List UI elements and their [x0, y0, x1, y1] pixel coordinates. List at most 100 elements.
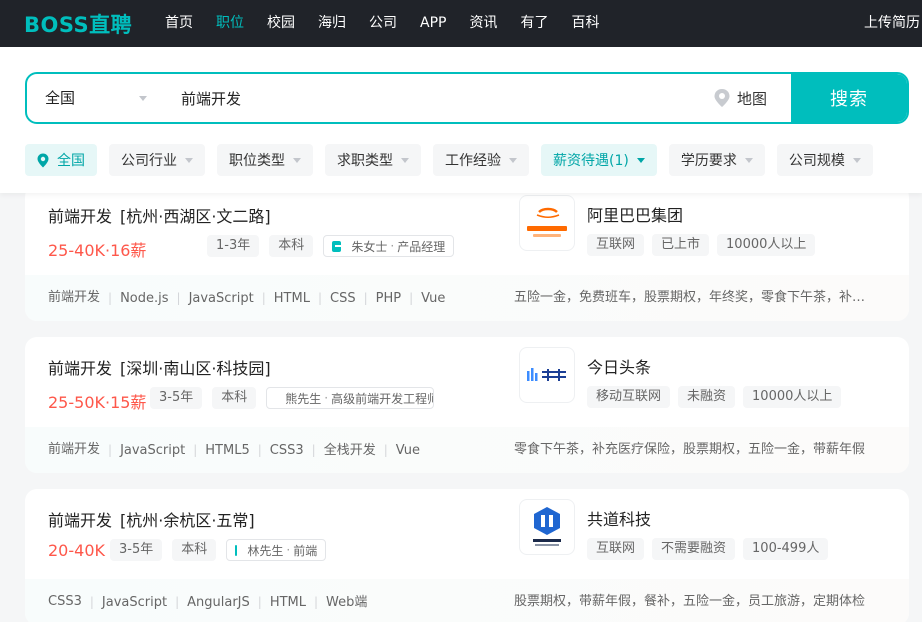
company-tags: 移动互联网 未融资 10000人以上	[587, 386, 849, 408]
map-button[interactable]: 地图	[713, 74, 767, 122]
nav-wiki[interactable]: 百科	[571, 0, 599, 47]
nav-youle[interactable]: 有了	[520, 0, 548, 47]
map-label: 地图	[737, 89, 768, 108]
boss-title: 前端	[293, 543, 318, 558]
chevron-down-icon[interactable]	[139, 96, 147, 101]
job-title[interactable]: 前端开发 [杭州·西湖区·文二路]	[48, 203, 271, 227]
search-section: 全国 地图 搜索 全国 公司行业 职位类型 求职类型 工作经验 薪资待遇(1) …	[0, 47, 922, 193]
job-tags: 3-5年 本科 熊先生 · 高级前端开发工程师	[150, 387, 435, 409]
company-tag: 互联网	[587, 234, 645, 256]
job-card[interactable]: 前端开发 [深圳·南山区·科技园] 25-50K·15薪 3-5年 本科 熊先生 ·…	[25, 337, 909, 473]
job-card[interactable]: 前端开发 [杭州·余杭区·五常] 20-40K 3-5年 本科 林先生 · 前端 共道…	[25, 489, 909, 622]
skill-tag: JavaScript	[100, 427, 185, 473]
degree-tag: 本科	[172, 539, 217, 561]
skill-tag: HTML	[254, 275, 310, 321]
nav-app[interactable]: APP	[420, 0, 446, 47]
boss-info[interactable]: 熊先生 · 高级前端开发工程师	[266, 387, 435, 409]
job-tags: 1-3年 本科 朱女士 · 产品经理	[207, 235, 455, 257]
company-tag: 已上市	[652, 234, 710, 256]
boss-info[interactable]: 林先生 · 前端	[226, 539, 327, 561]
filter-salary[interactable]: 薪资待遇(1)	[541, 144, 657, 176]
gongdao-logo-icon[interactable]	[519, 499, 575, 555]
filter-label: 公司规模	[788, 153, 845, 169]
chevron-down-icon	[509, 157, 517, 163]
skill-tag: 全栈开发	[304, 427, 376, 473]
experience-tag: 3-5年	[150, 387, 203, 409]
search-button[interactable]: 搜索	[791, 74, 907, 122]
skill-tag: 前端开发	[48, 290, 101, 305]
skill-tag: CSS3	[250, 427, 304, 473]
job-area: [深圳·南山区·科技园]	[120, 359, 271, 378]
gongdao-logo-graphic	[533, 507, 561, 546]
boss-info[interactable]: 朱女士 · 产品经理	[323, 235, 455, 257]
job-name: 前端开发	[48, 359, 113, 378]
nav-home[interactable]: 首页	[165, 0, 193, 47]
filter-city[interactable]: 全国	[25, 144, 97, 176]
filter-job-type[interactable]: 职位类型	[217, 144, 313, 176]
job-title[interactable]: 前端开发 [深圳·南山区·科技园]	[48, 355, 271, 379]
job-tags: 3-5年 本科 林先生 · 前端	[110, 539, 327, 561]
filter-company-size[interactable]: 公司规模	[776, 144, 873, 176]
skill-tag: JavaScript	[169, 275, 254, 321]
city-select[interactable]: 全国	[45, 74, 75, 122]
welfare-text: 五险一金，免费班车，股票期权，年终奖，零食下午茶，补充医疗保险	[514, 290, 868, 305]
filter-label: 学历要求	[680, 153, 737, 169]
job-card-main: 前端开发 [杭州·西湖区·文二路] 25-40K·16薪 1-3年 本科 朱女士 ·…	[25, 185, 909, 275]
job-salary: 20-40K	[48, 541, 105, 560]
map-pin-icon	[714, 89, 730, 107]
skill-tag: CSS3	[48, 594, 82, 609]
boss-title: 产品经理	[397, 239, 446, 254]
degree-tag: 本科	[212, 387, 257, 409]
filter-degree[interactable]: 学历要求	[668, 144, 765, 176]
skill-tag: AngularJS	[167, 579, 250, 622]
job-card[interactable]: 前端开发 [杭州·西湖区·文二路] 25-40K·16薪 1-3年 本科 朱女士 ·…	[25, 185, 909, 321]
chat-icon	[235, 544, 245, 556]
skill-list: 前端开发 Node.js JavaScript HTML CSS PHP Vue	[48, 275, 445, 321]
nav-news[interactable]: 资讯	[469, 0, 497, 47]
job-salary: 25-50K·15薪	[48, 393, 147, 412]
chevron-down-icon	[401, 157, 409, 163]
filter-label: 工作经验	[445, 153, 501, 169]
search-input[interactable]	[181, 74, 681, 122]
bytedance-logo-icon[interactable]	[519, 347, 575, 403]
boss-title: 高级前端开发工程师	[331, 391, 435, 406]
skill-tag: JavaScript	[82, 579, 167, 622]
filter-job-seeking-type[interactable]: 求职类型	[325, 144, 421, 176]
filter-industry[interactable]: 公司行业	[109, 144, 205, 176]
boss-logo[interactable]: BOSS直聘	[24, 9, 132, 39]
nav-company[interactable]: 公司	[369, 0, 397, 47]
company-tag: 不需要融资	[652, 538, 736, 560]
experience-tag: 1-3年	[207, 235, 260, 257]
skill-tag: Web端	[306, 579, 367, 622]
company-tag: 互联网	[587, 538, 645, 560]
filter-label: 求职类型	[337, 153, 393, 169]
skill-tag: PHP	[356, 275, 401, 321]
skill-tag: 前端开发	[48, 442, 101, 457]
skill-list: CSS3 JavaScript AngularJS HTML Web端	[48, 579, 367, 622]
skill-list: 前端开发 JavaScript HTML5 CSS3 全栈开发 Vue	[48, 427, 420, 473]
skill-tag: CSS	[310, 275, 356, 321]
upload-resume-link[interactable]: 上传简历	[864, 0, 920, 47]
skill-tag: Vue	[401, 275, 445, 321]
job-name: 前端开发	[48, 207, 113, 226]
company-tag: 100-499人	[743, 538, 829, 560]
nav-overseas[interactable]: 海归	[318, 0, 346, 47]
alibaba-logo-icon[interactable]	[519, 195, 575, 251]
nav-jobs[interactable]: 职位	[216, 0, 244, 47]
skill-tag: Vue	[376, 427, 420, 473]
filter-label: 职位类型	[229, 153, 285, 169]
company-name[interactable]: 今日头条	[587, 354, 651, 378]
company-name[interactable]: 阿里巴巴集团	[587, 202, 683, 226]
job-area: [杭州·西湖区·文二路]	[120, 207, 271, 226]
job-salary: 25-40K·16薪	[48, 241, 147, 260]
company-name[interactable]: 共道科技	[587, 506, 651, 530]
filter-experience[interactable]: 工作经验	[433, 144, 529, 176]
filter-label: 薪资待遇(1)	[553, 153, 629, 169]
nav-campus[interactable]: 校园	[267, 0, 295, 47]
bytedance-logo-graphic	[527, 368, 566, 381]
job-title[interactable]: 前端开发 [杭州·余杭区·五常]	[48, 507, 255, 531]
chevron-down-icon	[185, 157, 193, 163]
boss-name: 熊先生	[285, 391, 322, 406]
job-card-footer: 前端开发 JavaScript HTML5 CSS3 全栈开发 Vue 零食下午…	[25, 427, 909, 473]
company-tag: 未融资	[678, 386, 736, 408]
